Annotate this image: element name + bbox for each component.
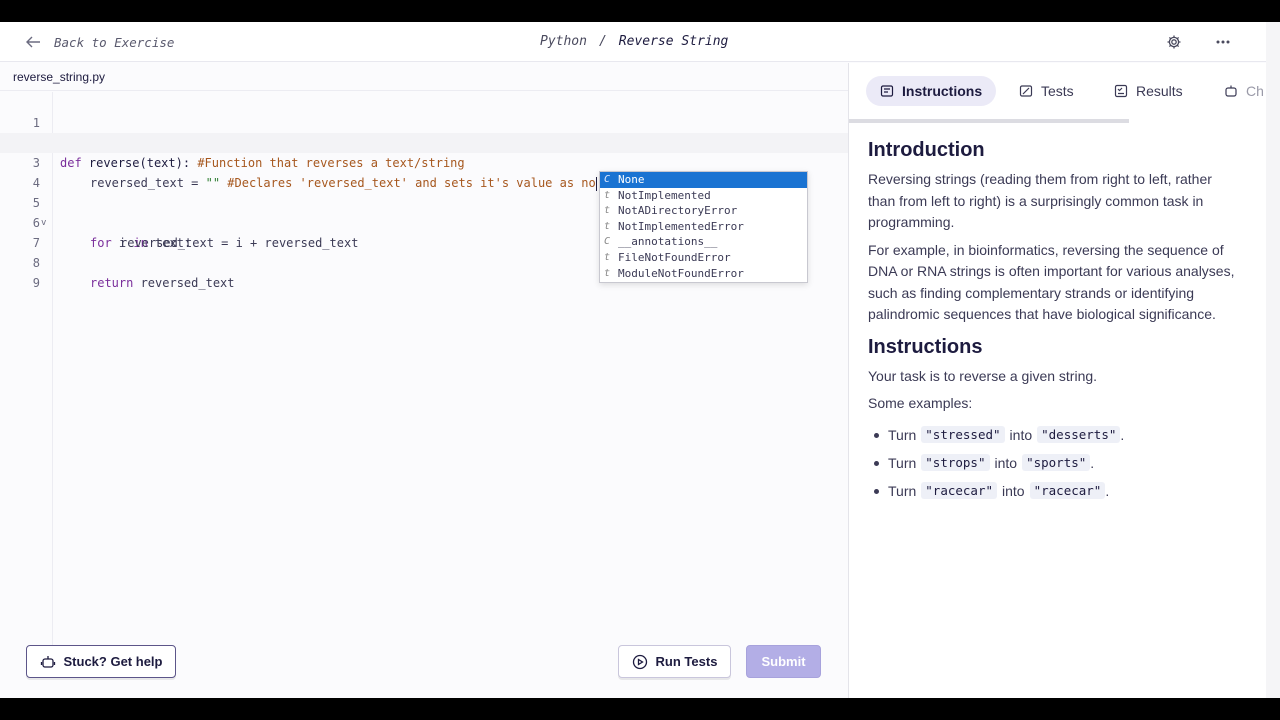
suggestion-kind-icon: t xyxy=(604,220,611,232)
suggestion-kind-icon: t xyxy=(604,205,611,217)
tab-results[interactable]: Results xyxy=(1114,76,1183,106)
back-to-exercise-link[interactable]: Back to Exercise xyxy=(24,33,174,51)
app-window: Back to Exercise Python / Reverse String… xyxy=(0,22,1280,698)
code-chip: "desserts" xyxy=(1037,426,1121,443)
suggestion-kind-icon: t xyxy=(604,267,611,279)
instructions-heading: Instructions xyxy=(868,335,983,358)
code-editor[interactable]: reverse_string.py 1 v def reverse(text):… xyxy=(0,63,848,698)
code-chip: "strops" xyxy=(921,454,990,471)
robot-icon xyxy=(40,655,55,668)
run-tests-label: Run Tests xyxy=(655,654,718,669)
list-item: Turn "stressed" into "desserts". xyxy=(868,421,1236,449)
code-chip: "racecar" xyxy=(1029,482,1106,499)
example-text: Turn xyxy=(888,454,917,471)
code-token: reversed_text xyxy=(133,276,235,290)
panel-tabs: Instructions Tests Results Ch xyxy=(849,63,1280,119)
example-text: into xyxy=(1009,426,1033,443)
line-number: 9 xyxy=(32,276,40,290)
example-text: Turn xyxy=(888,482,917,499)
file-tab[interactable]: reverse_string.py xyxy=(0,63,848,91)
example-text: into xyxy=(994,454,1018,471)
suggestion-label: None xyxy=(618,173,645,186)
instructions-paragraph: Some examples: xyxy=(868,395,973,411)
tab-instructions[interactable]: Instructions xyxy=(866,76,997,106)
list-item: Turn "racecar" into "racecar". xyxy=(868,477,1236,505)
tab-tests[interactable]: Tests xyxy=(1019,76,1074,106)
window-scrollbar[interactable] xyxy=(1266,22,1280,698)
tab-label: Ch xyxy=(1246,83,1264,99)
autocomplete-dropdown[interactable]: C None t NotImplemented t NotADirectoryErro… xyxy=(599,171,808,283)
suggestion-item[interactable]: t ModuleNotFoundError xyxy=(600,266,807,282)
flask-icon xyxy=(1019,85,1033,97)
code-line-4[interactable]: 4 xyxy=(0,153,848,190)
tab-label: Tests xyxy=(1041,83,1074,99)
suggestion-label: __annotations__ xyxy=(618,235,718,249)
instructions-panel: Instructions Tests Results Ch Introducti… xyxy=(848,63,1280,698)
top-header: Back to Exercise Python / Reverse String xyxy=(0,22,1280,62)
gear-icon[interactable] xyxy=(1166,34,1182,50)
tab-chat[interactable]: Ch xyxy=(1224,76,1264,106)
breadcrumb-language[interactable]: Python xyxy=(540,34,587,49)
example-text: . xyxy=(1120,426,1125,443)
suggestion-kind-icon: t xyxy=(604,251,611,263)
breadcrumb-exercise: Reverse String xyxy=(618,34,729,49)
code-line-3[interactable]: 3 reversed_text = "" #Declares 'reversed… xyxy=(0,133,848,191)
checklist-icon xyxy=(1114,84,1128,98)
submit-label: Submit xyxy=(761,654,806,669)
suggestion-item[interactable]: C None xyxy=(600,172,807,188)
code-chip: "racecar" xyxy=(921,482,998,499)
code-chip: "sports" xyxy=(1022,454,1091,471)
more-options-icon[interactable] xyxy=(1215,34,1231,50)
example-text: into xyxy=(1002,482,1025,499)
suggestion-item[interactable]: t NotImplementedError xyxy=(600,219,807,235)
suggestion-label: NotImplemented xyxy=(618,188,711,202)
suggestion-label: FileNotFoundError xyxy=(618,250,731,264)
arrow-left-icon xyxy=(26,36,40,48)
file-tab-label: reverse_string.py xyxy=(13,70,106,84)
help-button-label: Stuck? Get help xyxy=(63,654,163,669)
suggestion-label: ModuleNotFoundError xyxy=(618,266,744,280)
example-text: . xyxy=(1090,454,1095,471)
play-icon xyxy=(632,654,647,669)
code-chip: "stressed" xyxy=(921,426,1005,443)
document-icon xyxy=(880,85,894,97)
suggestion-item[interactable]: t FileNotFoundError xyxy=(600,250,807,266)
introduction-heading: Introduction xyxy=(868,139,985,161)
intro-paragraph: Reversing strings (reading them from rig… xyxy=(868,171,1212,230)
code-line-1[interactable]: 1 v def reverse(text): #Function that re… xyxy=(0,93,848,170)
suggestion-kind-icon: C xyxy=(604,174,611,185)
tabs-scrollbar[interactable] xyxy=(849,119,1129,123)
intro-paragraph: For example, in bioinformatics, reversin… xyxy=(868,241,1235,323)
instructions-paragraph: Your task is to reverse a given string. xyxy=(868,367,1098,384)
tab-label: Instructions xyxy=(902,83,983,99)
suggestion-label: NotADirectoryError xyxy=(618,204,738,218)
suggestion-item[interactable]: t NotImplemented xyxy=(600,188,807,204)
instructions-content: Introduction Reversing strings (reading … xyxy=(868,133,1236,505)
suggestion-item[interactable]: C __annotations__ xyxy=(600,234,807,250)
suggestion-label: NotImplementedError xyxy=(618,219,744,233)
suggestion-kind-icon: C xyxy=(604,236,611,248)
code-token: return xyxy=(90,276,134,290)
run-tests-button[interactable]: Run Tests xyxy=(618,645,731,678)
examples-list: Turn "stressed" into "desserts". Turn "strop… xyxy=(868,421,1236,505)
breadcrumb: Python / Reverse String xyxy=(540,34,728,49)
example-text: Turn xyxy=(888,426,917,443)
list-item: Turn "strops" into "sports". xyxy=(868,449,1236,477)
robot-icon xyxy=(1225,85,1237,97)
code-line-2[interactable]: 2 xyxy=(0,113,848,150)
suggestion-item[interactable]: t NotADirectoryError xyxy=(600,203,807,219)
stuck-get-help-button[interactable]: Stuck? Get help xyxy=(26,645,176,678)
tab-label: Results xyxy=(1136,83,1183,99)
submit-button[interactable]: Submit xyxy=(746,645,821,678)
example-text: . xyxy=(1105,482,1110,499)
back-label: Back to Exercise xyxy=(54,34,175,50)
breadcrumb-separator: / xyxy=(598,34,607,49)
suggestion-kind-icon: t xyxy=(604,189,611,201)
